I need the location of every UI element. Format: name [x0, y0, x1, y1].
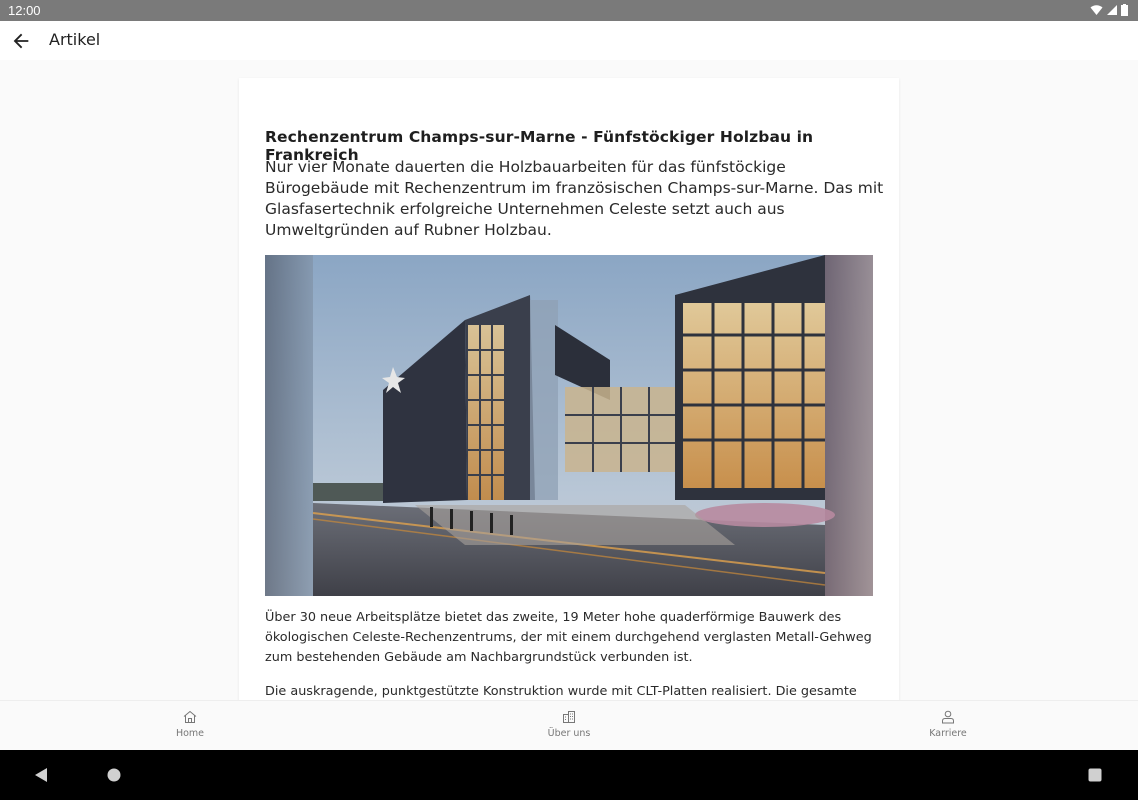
arrow-back-icon[interactable] — [10, 30, 32, 52]
status-time: 12:00 — [8, 3, 41, 18]
app-bar: Artikel — [0, 21, 1138, 60]
status-bar: 12:00 — [0, 0, 1138, 21]
status-icons — [1090, 4, 1128, 16]
battery-icon — [1121, 4, 1128, 16]
home-circle-icon[interactable] — [107, 768, 121, 782]
signal-icon — [1107, 5, 1117, 15]
home-icon — [183, 710, 197, 723]
article-card: Rechenzentrum Champs-sur-Marne - Fünfstö… — [239, 78, 899, 700]
article-paragraph: Über 30 neue Arbeitsplätze bietet das zw… — [265, 610, 872, 665]
recents-square-icon[interactable] — [1088, 768, 1102, 782]
article-paragraph: Die auskragende, punktgestützte Konstruk… — [265, 684, 857, 699]
system-navigation-bar — [0, 750, 1138, 800]
bottom-navigation: Home Über uns Karriere — [0, 700, 1138, 750]
article-scroll-area[interactable]: Rechenzentrum Champs-sur-Marne - Fünfstö… — [0, 60, 1138, 700]
nav-item-karriere[interactable]: Karriere — [888, 701, 1008, 751]
building-icon — [563, 711, 575, 723]
building-photo — [265, 255, 873, 596]
person-icon — [942, 710, 954, 724]
nav-item-ueber-uns[interactable]: Über uns — [509, 701, 629, 751]
article-photo — [265, 255, 873, 596]
article-lead: Nur vier Monate dauerten die Holzbauarbe… — [265, 158, 884, 239]
page-title: Artikel — [49, 30, 101, 49]
nav-label-karriere: Karriere — [929, 728, 967, 739]
nav-label-ueber-uns: Über uns — [547, 728, 591, 739]
nav-label-home: Home — [175, 728, 205, 739]
nav-item-home[interactable]: Home — [130, 701, 250, 751]
wifi-icon — [1090, 5, 1103, 15]
back-triangle-icon[interactable] — [34, 768, 48, 782]
